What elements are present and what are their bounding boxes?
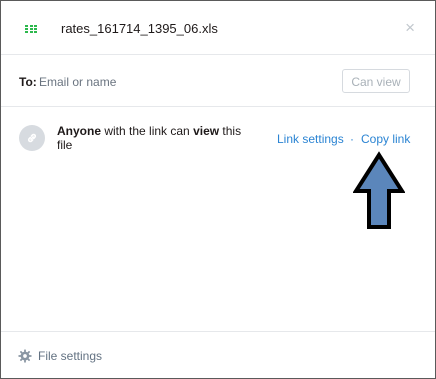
file-settings-link[interactable]: File settings: [38, 349, 102, 363]
link-audience: Anyone: [57, 124, 102, 138]
copy-link-link[interactable]: Copy link: [361, 132, 410, 146]
permission-button[interactable]: Can view: [342, 69, 410, 93]
up-arrow-annotation: [353, 151, 405, 229]
link-icon: [19, 125, 45, 151]
link-text-middle: with the link can: [101, 124, 194, 138]
link-access-description: Anyone with the link can view this file: [57, 124, 247, 152]
dialog-footer: File settings: [1, 331, 435, 379]
link-separator: ·: [350, 132, 354, 146]
link-permission: view: [193, 124, 220, 138]
dialog-header: rates_161714_1395_06.xls ×: [1, 1, 435, 55]
file-name: rates_161714_1395_06.xls: [61, 21, 218, 36]
spreadsheet-icon: [25, 25, 37, 35]
link-settings-link[interactable]: Link settings: [277, 132, 344, 146]
share-dialog: rates_161714_1395_06.xls × To: Can view …: [0, 0, 436, 379]
close-icon[interactable]: ×: [405, 18, 415, 38]
email-or-name-input[interactable]: [39, 71, 329, 93]
share-to-row: To: Can view: [1, 55, 435, 107]
gear-icon[interactable]: [18, 349, 32, 363]
to-label: To:: [19, 75, 37, 89]
